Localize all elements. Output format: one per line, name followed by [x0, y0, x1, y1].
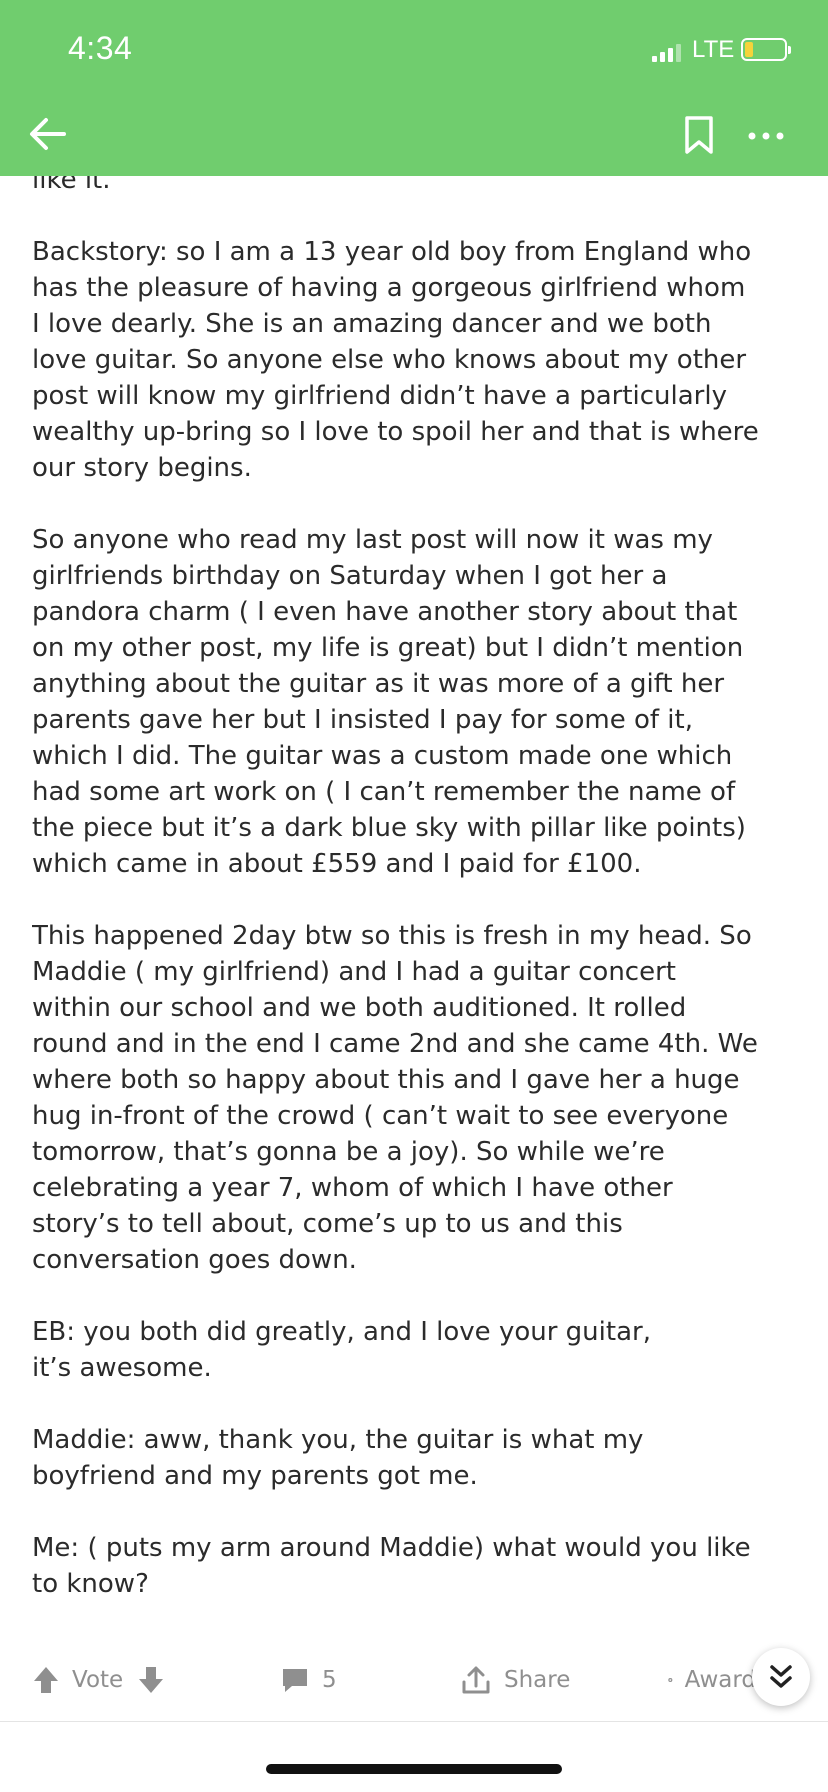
signal-strength-icon	[652, 42, 682, 62]
bookmark-button[interactable]	[674, 110, 724, 160]
post-paragraph: Backstory: so I am a 13 year old boy fro…	[32, 237, 759, 483]
post-paragraph: Me: ( puts my arm around Maddie) what wo…	[32, 1533, 751, 1599]
status-time: 4:34	[68, 30, 133, 66]
award-icon	[668, 1677, 673, 1683]
post-paragraph: So anyone who read my last post will now…	[32, 525, 746, 879]
status-bar: 4:34 LTE	[0, 0, 828, 100]
scroll-down-button[interactable]	[752, 1648, 810, 1706]
double-chevron-down-icon	[770, 1665, 792, 1688]
downvote-icon[interactable]	[137, 1665, 165, 1695]
post-paragraph: Maddie: aww, thank you, the guitar is wh…	[32, 1425, 644, 1491]
comments-button[interactable]: 5	[280, 1660, 337, 1700]
network-type: LTE	[692, 36, 735, 63]
vote-label: Vote	[72, 1667, 124, 1693]
share-icon	[462, 1666, 490, 1694]
share-label: Share	[504, 1667, 571, 1693]
more-options-button[interactable]	[740, 110, 796, 160]
arrow-left-icon	[30, 118, 66, 150]
comment-count: 5	[322, 1667, 337, 1693]
back-button[interactable]	[24, 108, 76, 160]
vote-control: Vote	[32, 1660, 165, 1700]
upvote-icon[interactable]	[32, 1665, 60, 1695]
home-indicator[interactable]	[266, 1764, 562, 1774]
share-button[interactable]: Share	[460, 1660, 570, 1700]
comment-icon	[283, 1669, 307, 1692]
more-horizontal-icon	[748, 132, 784, 140]
app-bar	[0, 100, 828, 176]
battery-icon	[741, 38, 791, 61]
post-paragraph: like it.	[32, 176, 111, 195]
post-paragraph: EB: you both did greatly, and I love you…	[32, 1317, 651, 1383]
post-action-bar: Vote 5 Share Awards	[0, 1640, 828, 1722]
post-body: like it. Backstory: so I am a 13 year ol…	[32, 176, 802, 1636]
post-paragraph: This happened 2day btw so this is fresh …	[32, 921, 758, 1275]
bookmark-icon	[685, 116, 713, 154]
